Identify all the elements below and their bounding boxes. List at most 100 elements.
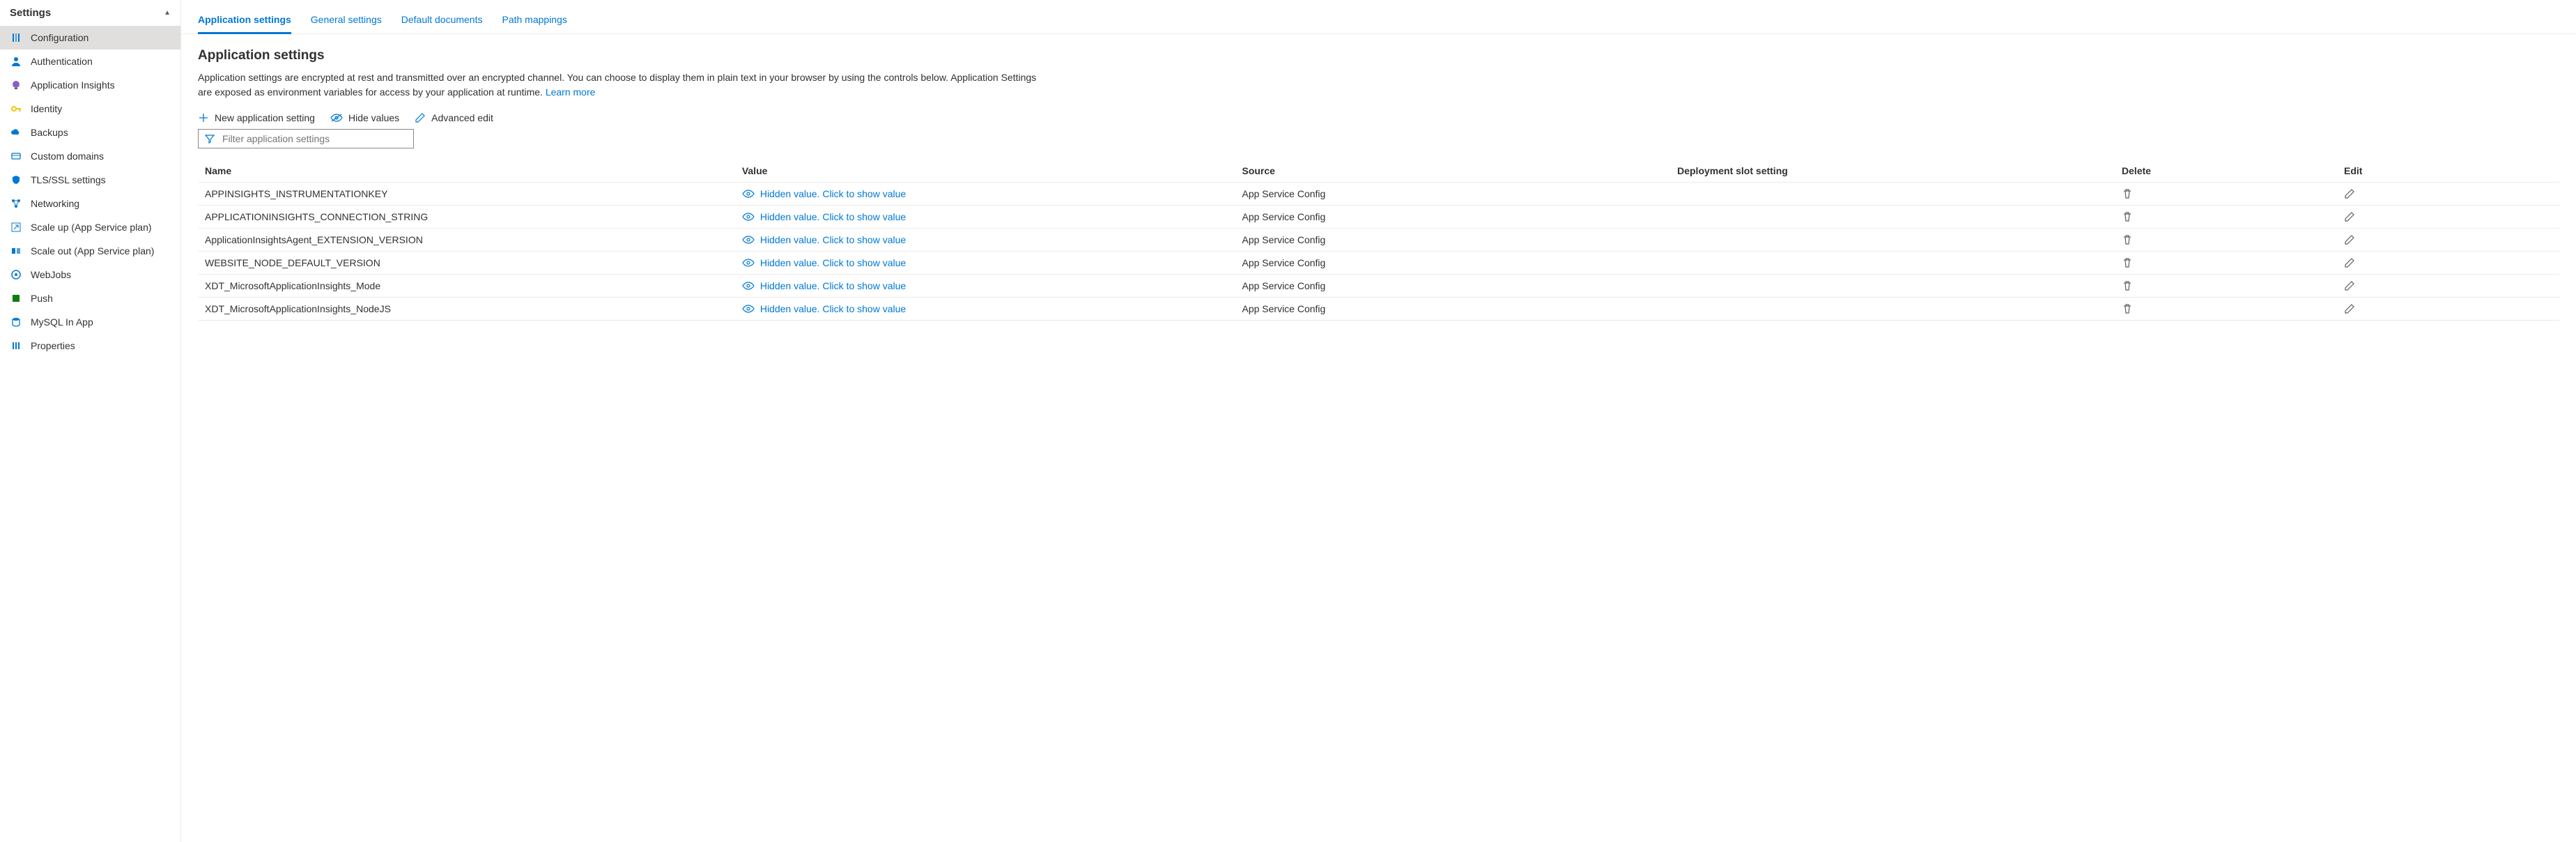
edit-button[interactable] bbox=[2337, 183, 2559, 206]
setting-slot bbox=[1670, 206, 2115, 229]
setting-name[interactable]: XDT_MicrosoftApplicationInsights_Mode bbox=[198, 275, 735, 298]
sidebar-item-tls-ssl-settings[interactable]: TLS/SSL settings bbox=[0, 168, 180, 192]
tab-path-mappings[interactable]: Path mappings bbox=[502, 10, 566, 34]
setting-value[interactable]: Hidden value. Click to show value bbox=[735, 275, 1235, 298]
edit-button[interactable] bbox=[2337, 206, 2559, 229]
eye-off-icon bbox=[330, 113, 343, 123]
edit-button[interactable] bbox=[2337, 298, 2559, 321]
sidebar-item-mysql-in-app[interactable]: MySQL In App bbox=[0, 310, 180, 334]
setting-source: App Service Config bbox=[1235, 183, 1670, 206]
trash-icon bbox=[2122, 188, 2330, 199]
sidebar-item-configuration[interactable]: Configuration bbox=[0, 26, 180, 49]
tab-bar: Application settings General settings Defa… bbox=[181, 0, 2576, 34]
sidebar-item-networking[interactable]: Networking bbox=[0, 192, 180, 215]
pencil-icon bbox=[2344, 257, 2552, 268]
sidebar-item-backups[interactable]: Backups bbox=[0, 121, 180, 144]
table-row: ApplicationInsightsAgent_EXTENSION_VERSI… bbox=[198, 229, 2559, 252]
sidebar-item-push[interactable]: Push bbox=[0, 286, 180, 310]
sidebar-item-label: Configuration bbox=[31, 32, 171, 43]
setting-name[interactable]: APPLICATIONINSIGHTS_CONNECTION_STRING bbox=[198, 206, 735, 229]
sidebar-item-properties[interactable]: Properties bbox=[0, 334, 180, 358]
delete-button[interactable] bbox=[2115, 252, 2337, 275]
tab-general-settings[interactable]: General settings bbox=[311, 10, 382, 34]
sidebar-item-application-insights[interactable]: Application Insights bbox=[0, 73, 180, 97]
delete-button[interactable] bbox=[2115, 298, 2337, 321]
setting-name[interactable]: APPINSIGHTS_INSTRUMENTATIONKEY bbox=[198, 183, 735, 206]
advanced-edit-button[interactable]: Advanced edit bbox=[415, 112, 493, 123]
delete-button[interactable] bbox=[2115, 206, 2337, 229]
scaleout-icon bbox=[10, 245, 22, 257]
sidebar-item-label: MySQL In App bbox=[31, 316, 171, 328]
tab-application-settings[interactable]: Application settings bbox=[198, 10, 291, 34]
tab-default-documents[interactable]: Default documents bbox=[401, 10, 483, 34]
col-header-value[interactable]: Value bbox=[735, 160, 1235, 183]
setting-slot bbox=[1670, 229, 2115, 252]
sidebar-item-label: Properties bbox=[31, 340, 171, 351]
trash-icon bbox=[2122, 280, 2330, 291]
setting-name[interactable]: ApplicationInsightsAgent_EXTENSION_VERSI… bbox=[198, 229, 735, 252]
sidebar-item-webjobs[interactable]: WebJobs bbox=[0, 263, 180, 286]
setting-source: App Service Config bbox=[1235, 298, 1670, 321]
filter-box[interactable] bbox=[198, 129, 414, 148]
trash-icon bbox=[2122, 234, 2330, 245]
setting-value[interactable]: Hidden value. Click to show value bbox=[735, 183, 1235, 206]
setting-value[interactable]: Hidden value. Click to show value bbox=[735, 252, 1235, 275]
learn-more-link[interactable]: Learn more bbox=[546, 86, 596, 98]
sidebar-item-scale-up-app-service-plan-[interactable]: Scale up (App Service plan) bbox=[0, 215, 180, 239]
setting-source: App Service Config bbox=[1235, 252, 1670, 275]
sidebar-item-custom-domains[interactable]: Custom domains bbox=[0, 144, 180, 168]
table-row: APPLICATIONINSIGHTS_CONNECTION_STRING Hid… bbox=[198, 206, 2559, 229]
hidden-value-text: Hidden value. Click to show value bbox=[760, 303, 906, 314]
main-content: Application settings General settings Defa… bbox=[181, 0, 2576, 842]
setting-source: App Service Config bbox=[1235, 275, 1670, 298]
trash-icon bbox=[2122, 303, 2330, 314]
setting-value[interactable]: Hidden value. Click to show value bbox=[735, 229, 1235, 252]
collapse-caret-icon[interactable]: ▲ bbox=[164, 9, 171, 17]
delete-button[interactable] bbox=[2115, 229, 2337, 252]
plus-icon bbox=[198, 112, 209, 123]
webjobs-icon bbox=[10, 268, 22, 281]
setting-name[interactable]: WEBSITE_NODE_DEFAULT_VERSION bbox=[198, 252, 735, 275]
network-icon bbox=[10, 197, 22, 210]
col-header-edit: Edit bbox=[2337, 160, 2559, 183]
sidebar-item-identity[interactable]: Identity bbox=[0, 97, 180, 121]
sidebar-item-scale-out-app-service-plan-[interactable]: Scale out (App Service plan) bbox=[0, 239, 180, 263]
settings-toolbar: New application setting Hide values Adva… bbox=[198, 112, 2559, 123]
setting-slot bbox=[1670, 275, 2115, 298]
mysql-icon bbox=[10, 316, 22, 328]
sidebar-item-label: Scale out (App Service plan) bbox=[31, 245, 171, 257]
setting-source: App Service Config bbox=[1235, 206, 1670, 229]
shield-icon bbox=[10, 174, 22, 186]
new-application-setting-button[interactable]: New application setting bbox=[198, 112, 315, 123]
edit-button[interactable] bbox=[2337, 252, 2559, 275]
section-title: Application settings bbox=[198, 48, 2559, 63]
hide-values-button[interactable]: Hide values bbox=[330, 112, 399, 123]
sidebar-item-label: Custom domains bbox=[31, 151, 171, 162]
filter-input[interactable] bbox=[221, 132, 408, 145]
setting-value[interactable]: Hidden value. Click to show value bbox=[735, 206, 1235, 229]
setting-value[interactable]: Hidden value. Click to show value bbox=[735, 298, 1235, 321]
properties-icon bbox=[10, 339, 22, 352]
hidden-value-text: Hidden value. Click to show value bbox=[760, 188, 906, 199]
setting-source: App Service Config bbox=[1235, 229, 1670, 252]
pencil-icon bbox=[2344, 211, 2552, 222]
hidden-value-text: Hidden value. Click to show value bbox=[760, 211, 906, 222]
edit-button[interactable] bbox=[2337, 275, 2559, 298]
trash-icon bbox=[2122, 257, 2330, 268]
setting-name[interactable]: XDT_MicrosoftApplicationInsights_NodeJS bbox=[198, 298, 735, 321]
delete-button[interactable] bbox=[2115, 183, 2337, 206]
setting-slot bbox=[1670, 298, 2115, 321]
sidebar-item-label: Scale up (App Service plan) bbox=[31, 222, 171, 233]
delete-button[interactable] bbox=[2115, 275, 2337, 298]
pencil-icon bbox=[2344, 188, 2552, 199]
col-header-source[interactable]: Source bbox=[1235, 160, 1670, 183]
col-header-slot[interactable]: Deployment slot setting bbox=[1670, 160, 2115, 183]
col-header-name[interactable]: Name bbox=[198, 160, 735, 183]
edit-button[interactable] bbox=[2337, 229, 2559, 252]
key-icon bbox=[10, 102, 22, 115]
table-row: XDT_MicrosoftApplicationInsights_NodeJS H… bbox=[198, 298, 2559, 321]
pencil-icon bbox=[415, 112, 426, 123]
sidebar-title: Settings bbox=[10, 7, 51, 19]
pencil-icon bbox=[2344, 234, 2552, 245]
sidebar-item-authentication[interactable]: Authentication bbox=[0, 49, 180, 73]
